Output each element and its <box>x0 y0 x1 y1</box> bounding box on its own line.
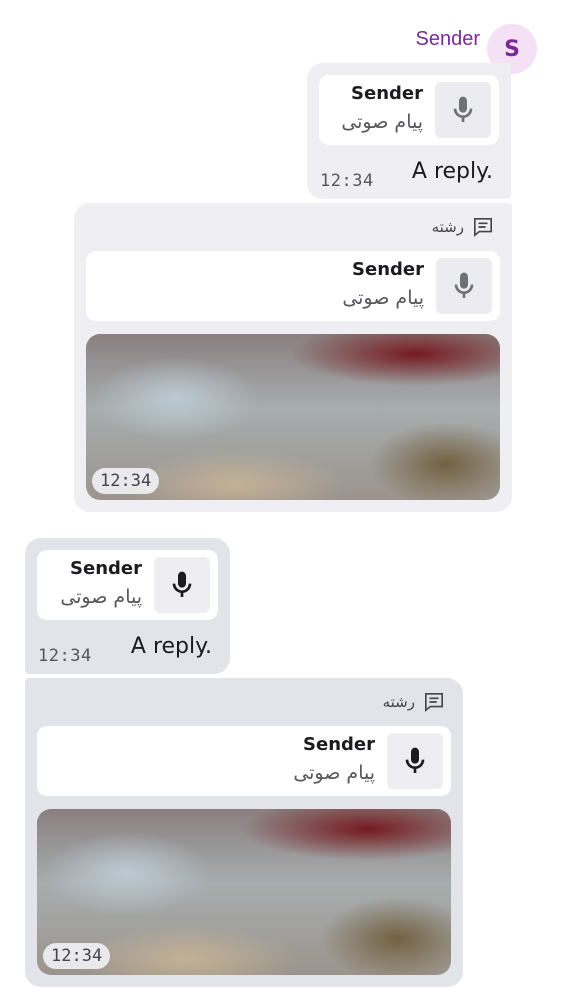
reply-sender: Sender <box>70 558 142 579</box>
mic-icon <box>405 747 425 773</box>
mic-thumbnail <box>387 733 443 789</box>
thread-label: رشته <box>431 218 464 236</box>
message-time: 12:34 <box>38 646 92 666</box>
mic-icon <box>453 96 473 122</box>
mic-thumbnail <box>436 258 492 314</box>
reply-preview-text: پیام صوتی <box>341 111 423 133</box>
media-time: 12:34 <box>43 943 111 969</box>
thread-label: رشته <box>382 693 415 711</box>
thread-indicator[interactable]: رشته <box>383 692 445 712</box>
reply-preview-text: پیام صوتی <box>60 586 142 608</box>
sender-name: Sender <box>415 28 481 50</box>
message-bubble[interactable]: رشته Sender پیام صوتی 12:34 <box>25 678 463 987</box>
reply-preview-card[interactable]: Sender پیام صوتی <box>319 75 499 145</box>
mic-thumbnail <box>154 557 210 613</box>
media-image[interactable]: 12:34 <box>86 334 500 500</box>
media-time: 12:34 <box>92 468 160 494</box>
message-bubble[interactable]: Sender پیام صوتی A reply. 12:34 <box>25 538 230 674</box>
reply-preview-card[interactable]: Sender پیام صوتی <box>37 726 451 796</box>
thread-icon <box>474 218 492 237</box>
message-bubble[interactable]: Sender پیام صوتی A reply. 12:34 <box>307 63 511 199</box>
reply-sender: Sender <box>303 734 375 755</box>
reply-preview-card[interactable]: Sender پیام صوتی <box>37 550 218 620</box>
message-text: A reply. <box>130 634 212 659</box>
thread-icon <box>425 693 443 712</box>
reply-preview-card[interactable]: Sender پیام صوتی <box>86 251 500 321</box>
reply-preview-text: پیام صوتی <box>342 287 424 309</box>
reply-sender: Sender <box>351 83 423 104</box>
reply-preview-text: پیام صوتی <box>293 762 375 784</box>
mic-icon <box>454 272 474 298</box>
media-image[interactable]: 12:34 <box>37 809 451 975</box>
mic-icon <box>172 571 192 597</box>
message-time: 12:34 <box>320 171 374 191</box>
thread-indicator[interactable]: رشته <box>432 217 494 237</box>
reply-sender: Sender <box>352 259 424 280</box>
message-text: A reply. <box>411 159 493 184</box>
mic-thumbnail <box>435 82 491 138</box>
message-bubble[interactable]: رشته Sender پیام صوتی 12:34 <box>74 203 512 512</box>
